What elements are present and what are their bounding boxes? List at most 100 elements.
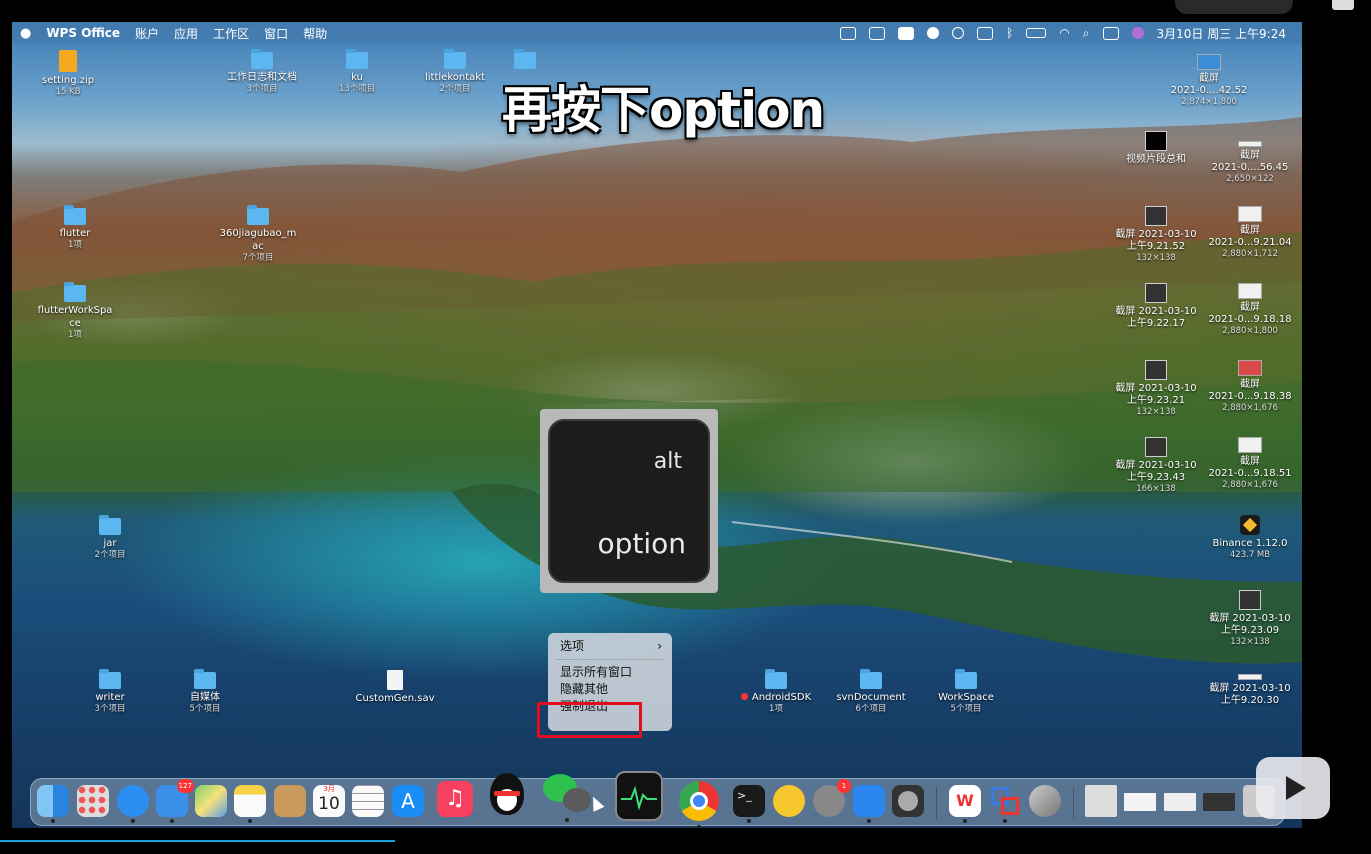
- activity-monitor-icon[interactable]: [615, 771, 663, 821]
- wps-office-icon[interactable]: W: [949, 785, 981, 823]
- wps-icon[interactable]: [898, 26, 915, 40]
- video-progress-bar[interactable]: [0, 840, 395, 842]
- system-preferences-icon[interactable]: 1: [813, 779, 851, 817]
- screen-record-icon[interactable]: [840, 26, 857, 40]
- running-indicator: [963, 819, 967, 823]
- menu-app-name[interactable]: WPS Office: [46, 26, 120, 40]
- desktop-item[interactable]: flutterWorkSpa ce 1项: [25, 282, 125, 340]
- desktop-item[interactable]: 截屏 2021-03-10 上午9.23.43 166×138: [1106, 437, 1206, 494]
- desktop-item[interactable]: 截屏 2021-03-10 上午9.23.21 132×138: [1106, 360, 1206, 417]
- folder-icon: [247, 205, 269, 225]
- menu-apps[interactable]: 应用: [174, 25, 198, 42]
- wifi-icon[interactable]: ◠: [1059, 26, 1069, 40]
- menu-item-show-all-windows[interactable]: 显示所有窗口: [548, 664, 672, 681]
- running-indicator: [565, 818, 569, 822]
- desktop-item[interactable]: ku 13个项目: [307, 49, 407, 94]
- menu-window[interactable]: 窗口: [264, 25, 288, 42]
- menu-item-options[interactable]: 选项 ›: [548, 638, 672, 655]
- folder-icon: [64, 282, 86, 302]
- disk-utility-icon[interactable]: [892, 785, 924, 817]
- recent-document-thumb[interactable]: [1124, 793, 1156, 811]
- desktop-item[interactable]: 工作日志和文档 3个项目: [212, 49, 312, 94]
- desktop-item[interactable]: 视频片段总和: [1106, 131, 1206, 166]
- item-name-line2: 2021-0...9.21.04: [1208, 237, 1292, 248]
- terminal-icon[interactable]: >_: [733, 785, 765, 823]
- desktop-item[interactable]: 截屏 2021-03-10 上午9.20.30: [1200, 674, 1300, 707]
- apple-menu-icon[interactable]: ●: [20, 26, 31, 41]
- video-editor-icon[interactable]: [1029, 785, 1061, 817]
- desktop-item[interactable]: flutter 1项: [25, 205, 125, 250]
- menu-account[interactable]: 账户: [135, 25, 159, 42]
- bluetooth-icon[interactable]: ᛒ: [1006, 26, 1013, 40]
- menu-item-hide-others[interactable]: 隐藏其他: [548, 681, 672, 698]
- desktop-item[interactable]: 截屏 2021-03-10 上午9.23.09 132×138: [1200, 590, 1300, 647]
- control-center-icon[interactable]: [1102, 26, 1119, 40]
- qq-penguin-scarf: [494, 791, 520, 796]
- calendar-day: 10: [318, 794, 340, 814]
- desktop-item[interactable]: 360jiagubao_m ac 7个项目: [208, 205, 308, 263]
- item-name-line2: 2021-0....42.52: [1170, 85, 1248, 96]
- qq-icon[interactable]: [487, 773, 527, 819]
- clock[interactable]: 3月10日 周三 上午9:24: [1157, 25, 1286, 42]
- desktop-item[interactable]: WorkSpace 5个项目: [916, 669, 1016, 714]
- mail-icon[interactable]: 127: [156, 779, 194, 823]
- desktop-item[interactable]: jar 2个项目: [60, 515, 160, 560]
- remote-desktop-icon[interactable]: [869, 26, 886, 40]
- menu-help[interactable]: 帮助: [303, 25, 327, 42]
- follow-button-partial[interactable]: [1175, 0, 1293, 14]
- android-studio-icon[interactable]: [773, 785, 805, 817]
- desktop-item[interactable]: 截屏 2021-0...9.18.51 2,880×1,676: [1200, 437, 1300, 490]
- bilibili-play-icon[interactable]: [1256, 757, 1330, 819]
- remote-desktop-app-icon[interactable]: [989, 785, 1021, 823]
- desktop-item[interactable]: CustomGen.sav: [345, 670, 445, 705]
- desktop-item[interactable]: 截屏 2021-0...9.18.18 2,880×1,800: [1200, 283, 1300, 336]
- recent-document-thumb[interactable]: [1203, 793, 1235, 811]
- running-indicator: [51, 819, 55, 823]
- comment-icon[interactable]: [1332, 0, 1354, 10]
- desktop-item[interactable]: setting.zip 15 KB: [18, 50, 118, 97]
- search-icon[interactable]: ⌕: [1083, 26, 1090, 41]
- desktop-item[interactable]: 截屏 2021-0....42.52 2,874×1,800: [1159, 54, 1259, 107]
- wechat-app-icon[interactable]: [543, 774, 593, 822]
- siri-icon[interactable]: [1131, 27, 1144, 39]
- menu-workspace[interactable]: 工作区: [213, 25, 249, 42]
- launchpad-icon[interactable]: [77, 785, 109, 817]
- item-info: 15 KB: [55, 87, 81, 97]
- desktop-item[interactable]: littlekontakt 2个项目: [405, 49, 505, 94]
- item-name: 工作日志和文档: [227, 72, 297, 83]
- desktop-item[interactable]: 截屏 2021-0...9.21.04 2,880×1,712: [1200, 206, 1300, 259]
- desktop-item[interactable]: AndroidSDK 1项: [726, 669, 826, 714]
- feishu-icon[interactable]: [853, 785, 885, 823]
- item-name: 360jiagubao_m: [219, 228, 297, 239]
- notes-icon[interactable]: [234, 785, 266, 823]
- desktop-item[interactable]: 截屏 2021-03-10 上午9.22.17: [1106, 283, 1206, 330]
- reminders-icon[interactable]: [352, 785, 384, 817]
- item-info: 1项: [68, 240, 82, 250]
- recent-document-thumb[interactable]: [1085, 785, 1117, 817]
- maps-icon[interactable]: [195, 785, 227, 817]
- item-name-line2: ac: [252, 241, 264, 252]
- finder-icon[interactable]: [37, 785, 69, 823]
- recent-document-thumb[interactable]: [1164, 793, 1196, 811]
- music-icon[interactable]: ♫: [437, 781, 473, 817]
- desktop-item[interactable]: writer 3个项目: [60, 669, 160, 714]
- desktop-item[interactable]: 截屏 2021-0....56.45 2,650×122: [1200, 131, 1300, 184]
- sync-icon[interactable]: [952, 27, 965, 39]
- desktop-item[interactable]: 截屏 2021-03-10 上午9.21.52 132×138: [1106, 206, 1206, 263]
- wechat-icon[interactable]: [927, 27, 940, 39]
- desktop-item[interactable]: svnDocument 6个项目: [821, 669, 921, 714]
- battery-icon[interactable]: [1026, 28, 1047, 38]
- hash-icon[interactable]: [977, 26, 994, 40]
- item-info: 2,880×1,800: [1222, 326, 1278, 336]
- contacts-icon[interactable]: [274, 785, 306, 817]
- desktop-item[interactable]: Binance 1.12.0 423.7 MB: [1200, 515, 1300, 560]
- item-name: 截屏 2021-03-10: [1115, 229, 1197, 240]
- desktop-item[interactable]: 截屏 2021-0...9.18.38 2,880×1,676: [1200, 360, 1300, 413]
- desktop-item[interactable]: [500, 49, 550, 71]
- item-name-line2: 2021-0...9.18.51: [1208, 468, 1292, 479]
- chrome-icon[interactable]: [679, 781, 719, 828]
- calendar-icon[interactable]: 3月 10: [313, 785, 345, 817]
- desktop-item[interactable]: 自媒体 5个项目: [155, 669, 255, 714]
- safari-icon[interactable]: [117, 785, 149, 823]
- app-store-icon[interactable]: A: [392, 785, 424, 817]
